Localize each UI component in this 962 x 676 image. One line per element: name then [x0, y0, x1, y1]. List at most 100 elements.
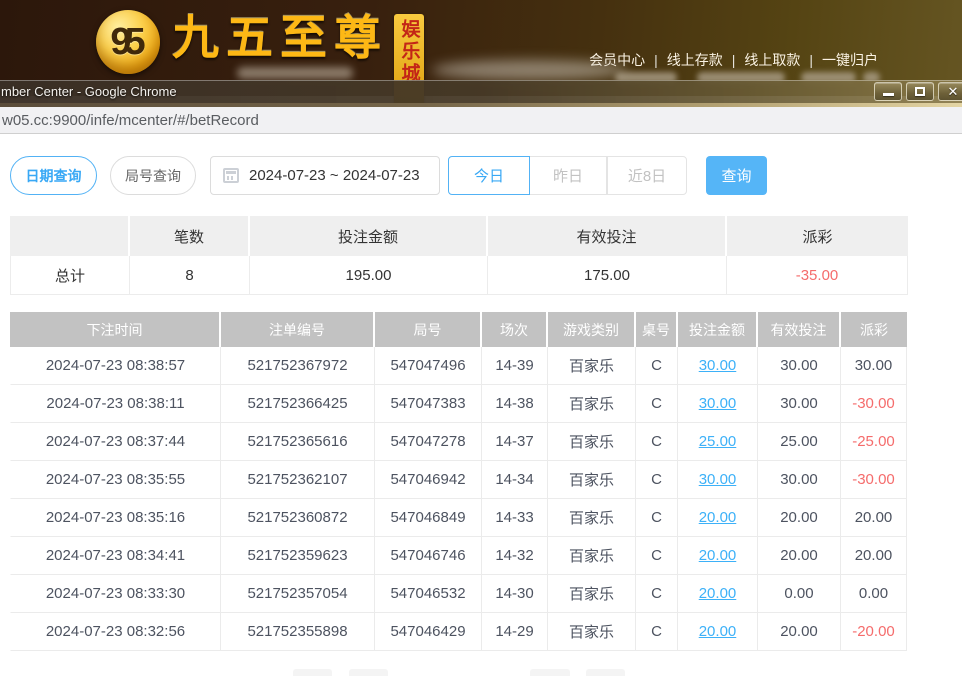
- pagination-last-button[interactable]: [586, 669, 625, 676]
- bet-time: 2024-07-23 08:33:30: [10, 575, 221, 613]
- today-button[interactable]: 今日: [448, 156, 530, 195]
- valid-bet: 25.00: [758, 423, 841, 461]
- valid-bet: 20.00: [758, 537, 841, 575]
- session: 14-32: [482, 537, 548, 575]
- game-type: 百家乐: [548, 537, 636, 575]
- bet-amount-link[interactable]: 20.00: [678, 613, 758, 651]
- bet-time: 2024-07-23 08:37:44: [10, 423, 221, 461]
- table-row: 2024-07-23 08:32:56521752355898547046429…: [10, 613, 907, 651]
- bet-amount-link[interactable]: 30.00: [678, 347, 758, 385]
- session: 14-30: [482, 575, 548, 613]
- logo-title: 九五至尊: [172, 14, 388, 61]
- bet-amount-link[interactable]: 20.00: [678, 499, 758, 537]
- bet-amount-link[interactable]: 30.00: [678, 461, 758, 499]
- browser-window: mber Center - Google Chrome ✕ w05.cc:990…: [0, 80, 962, 676]
- summary-payout-value: -35.00: [727, 256, 908, 295]
- bet-table-body: 2024-07-23 08:38:57521752367972547047496…: [10, 347, 907, 651]
- pagination-first-button[interactable]: [293, 669, 332, 676]
- pagination-prev-button[interactable]: [349, 669, 388, 676]
- date-query-tab[interactable]: 日期查询: [10, 156, 97, 195]
- bet-record-page: 日期查询 局号查询 2024-07-23 ~ 2024-07-23 今日 昨日 …: [0, 134, 962, 675]
- summary-header-bet-amount: 投注金额: [250, 216, 488, 256]
- payout: 30.00: [841, 347, 907, 385]
- col-header-bet-amount: 投注金额: [678, 312, 758, 347]
- round-id: 547046429: [375, 613, 482, 651]
- col-header-table-no: 桌号: [636, 312, 678, 347]
- date-range-input[interactable]: 2024-07-23 ~ 2024-07-23: [210, 156, 440, 195]
- search-button[interactable]: 查询: [706, 156, 767, 195]
- table-row: 2024-07-23 08:33:30521752357054547046532…: [10, 575, 907, 613]
- bet-amount-link[interactable]: 25.00: [678, 423, 758, 461]
- summary-valid-bet-value: 175.00: [488, 256, 727, 295]
- summary-header-row: 笔数 投注金额 有效投注 派彩: [10, 216, 908, 256]
- summary-bet-amount-value: 195.00: [250, 256, 488, 295]
- top-nav: 会员中心|线上存款|线上取款|一键归户: [589, 50, 878, 70]
- maximize-button[interactable]: [906, 82, 934, 101]
- bet-id: 521752355898: [221, 613, 375, 651]
- window-titlebar: mber Center - Google Chrome ✕: [0, 80, 962, 103]
- session: 14-33: [482, 499, 548, 537]
- round-id: 547047496: [375, 347, 482, 385]
- valid-bet: 30.00: [758, 347, 841, 385]
- logo-95-icon: 95: [96, 10, 160, 74]
- screenshot-page: 95 九五至尊 娱乐城 会员中心|线上存款|线上取款|一键归户 mber Cen…: [0, 0, 962, 676]
- bet-record-table: 下注时间 注单编号 局号 场次 游戏类别 桌号 投注金额 有效投注 派彩 202…: [10, 312, 907, 651]
- bet-amount-link[interactable]: 20.00: [678, 537, 758, 575]
- bet-id: 521752357054: [221, 575, 375, 613]
- nav-separator: |: [800, 52, 822, 68]
- summary-header-valid-bet: 有效投注: [488, 216, 727, 256]
- bet-time: 2024-07-23 08:34:41: [10, 537, 221, 575]
- valid-bet: 0.00: [758, 575, 841, 613]
- summary-table: 笔数 投注金额 有效投注 派彩 总计 8 195.00 175.00 -35.0…: [10, 216, 908, 295]
- blurred-account-info: [432, 60, 627, 80]
- address-bar[interactable]: w05.cc:9900/infe/mcenter/#/betRecord: [0, 107, 962, 134]
- table-row: 2024-07-23 08:34:41521752359623547046746…: [10, 537, 907, 575]
- bet-time: 2024-07-23 08:38:11: [10, 385, 221, 423]
- bet-amount-link[interactable]: 30.00: [678, 385, 758, 423]
- round-query-tab[interactable]: 局号查询: [110, 156, 196, 195]
- bet-time: 2024-07-23 08:35:16: [10, 499, 221, 537]
- summary-total-row: 总计 8 195.00 175.00 -35.00: [10, 256, 908, 295]
- nav-online-deposit[interactable]: 线上存款: [667, 52, 723, 68]
- nav-online-withdraw[interactable]: 线上取款: [744, 52, 800, 68]
- minimize-icon: [883, 93, 894, 96]
- nav-separator: |: [645, 52, 667, 68]
- table-row: 2024-07-23 08:37:44521752365616547047278…: [10, 423, 907, 461]
- payout: -30.00: [841, 461, 907, 499]
- minimize-button[interactable]: [874, 82, 902, 101]
- nav-one-key-transfer[interactable]: 一键归户: [822, 52, 878, 68]
- summary-header-payout: 派彩: [727, 216, 908, 256]
- table-no: C: [636, 347, 678, 385]
- round-id: 547046942: [375, 461, 482, 499]
- game-type: 百家乐: [548, 423, 636, 461]
- col-header-bet-time: 下注时间: [10, 312, 221, 347]
- round-id: 547047278: [375, 423, 482, 461]
- bet-id: 521752366425: [221, 385, 375, 423]
- table-no: C: [636, 613, 678, 651]
- game-type: 百家乐: [548, 385, 636, 423]
- payout: 20.00: [841, 499, 907, 537]
- payout: 20.00: [841, 537, 907, 575]
- close-button[interactable]: ✕: [938, 82, 962, 101]
- table-row: 2024-07-23 08:38:57521752367972547047496…: [10, 347, 907, 385]
- calendar-icon: [223, 168, 239, 183]
- bet-id: 521752362107: [221, 461, 375, 499]
- summary-count-value: 8: [130, 256, 250, 295]
- col-header-valid-bet: 有效投注: [758, 312, 841, 347]
- col-header-bet-id: 注单编号: [221, 312, 375, 347]
- pagination-next-button[interactable]: [530, 669, 570, 676]
- col-header-round-id: 局号: [375, 312, 482, 347]
- last-8-days-button[interactable]: 近8日: [607, 156, 687, 195]
- game-type: 百家乐: [548, 347, 636, 385]
- bet-id: 521752359623: [221, 537, 375, 575]
- yesterday-button[interactable]: 昨日: [530, 156, 607, 195]
- nav-separator: |: [723, 52, 745, 68]
- session: 14-34: [482, 461, 548, 499]
- window-controls: ✕: [870, 82, 962, 101]
- table-row: 2024-07-23 08:35:55521752362107547046942…: [10, 461, 907, 499]
- payout: -30.00: [841, 385, 907, 423]
- table-no: C: [636, 385, 678, 423]
- game-type: 百家乐: [548, 575, 636, 613]
- bet-amount-link[interactable]: 20.00: [678, 575, 758, 613]
- payout: -20.00: [841, 613, 907, 651]
